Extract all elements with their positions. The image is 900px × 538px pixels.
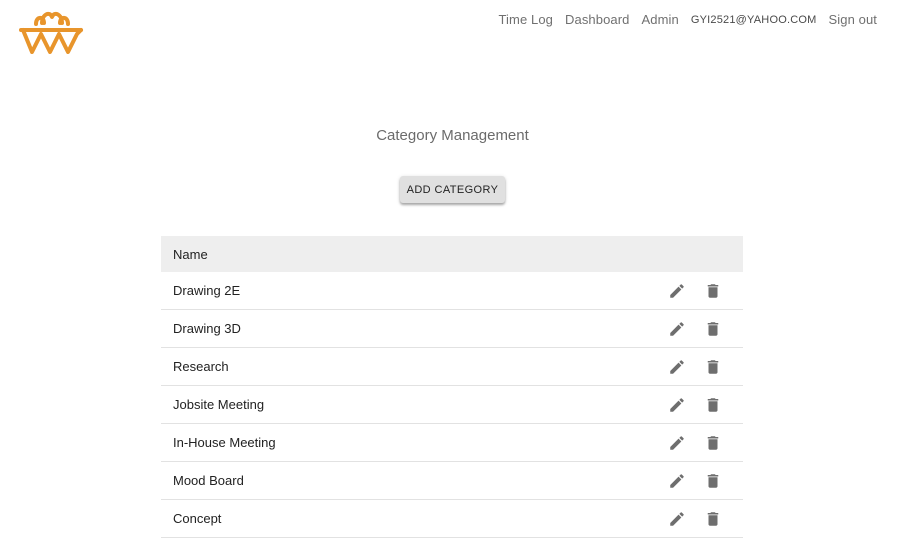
edit-button[interactable] [667, 357, 687, 377]
row-actions [667, 348, 723, 385]
edit-icon [670, 511, 684, 526]
top-nav: Time Log Dashboard Admin GYI2521@YAHOO.C… [492, 12, 883, 27]
edit-icon [670, 283, 684, 298]
delete-icon [707, 397, 719, 412]
delete-button[interactable] [703, 395, 723, 415]
nav-time-log[interactable]: Time Log [492, 12, 559, 27]
category-table: Name Drawing 2E Drawing 3D Research Jobs… [161, 236, 743, 538]
table-row: Concept [161, 500, 743, 538]
delete-icon [707, 283, 719, 298]
delete-button[interactable] [703, 281, 723, 301]
delete-icon [707, 321, 719, 336]
edit-button[interactable] [667, 433, 687, 453]
edit-icon [670, 435, 684, 450]
ww-logo-icon [19, 11, 83, 54]
table-row: Mood Board [161, 462, 743, 500]
delete-button[interactable] [703, 471, 723, 491]
delete-button[interactable] [703, 433, 723, 453]
nav-sign-out[interactable]: Sign out [822, 12, 883, 27]
edit-icon [670, 397, 684, 412]
edit-icon [670, 321, 684, 336]
row-actions [667, 310, 723, 347]
table-body: Drawing 2E Drawing 3D Research Jobsite M… [161, 272, 743, 538]
column-header-name: Name [173, 246, 208, 262]
edit-icon [670, 473, 684, 488]
row-actions [667, 386, 723, 423]
edit-icon [670, 359, 684, 374]
category-name: Jobsite Meeting [173, 397, 265, 412]
page-title: Category Management [376, 127, 529, 144]
category-name: Concept [173, 511, 222, 526]
table-row: Drawing 3D [161, 310, 743, 348]
delete-button[interactable] [703, 319, 723, 339]
nav-dashboard[interactable]: Dashboard [559, 12, 636, 27]
delete-icon [707, 359, 719, 374]
table-header: Name [161, 236, 743, 272]
row-actions [667, 272, 723, 309]
category-name: Drawing 3D [173, 321, 241, 336]
edit-button[interactable] [667, 471, 687, 491]
delete-button[interactable] [703, 357, 723, 377]
table-row: Jobsite Meeting [161, 386, 743, 424]
category-name: Mood Board [173, 473, 244, 488]
delete-icon [707, 511, 719, 526]
table-row: Drawing 2E [161, 272, 743, 310]
edit-button[interactable] [667, 319, 687, 339]
row-actions [667, 500, 723, 537]
edit-button[interactable] [667, 281, 687, 301]
category-name: In-House Meeting [173, 435, 276, 450]
row-actions [667, 462, 723, 499]
nav-user-account[interactable]: GYI2521@YAHOO.COM [685, 14, 823, 26]
table-row: Research [161, 348, 743, 386]
nav-admin[interactable]: Admin [636, 12, 685, 27]
delete-icon [707, 435, 719, 450]
category-name: Drawing 2E [173, 283, 241, 298]
category-name: Research [173, 359, 229, 374]
add-category-button[interactable]: ADD CATEGORY [400, 176, 505, 203]
edit-button[interactable] [667, 395, 687, 415]
table-row: In-House Meeting [161, 424, 743, 462]
delete-icon [707, 473, 719, 488]
row-actions [667, 424, 723, 461]
brand-logo[interactable] [19, 8, 85, 54]
